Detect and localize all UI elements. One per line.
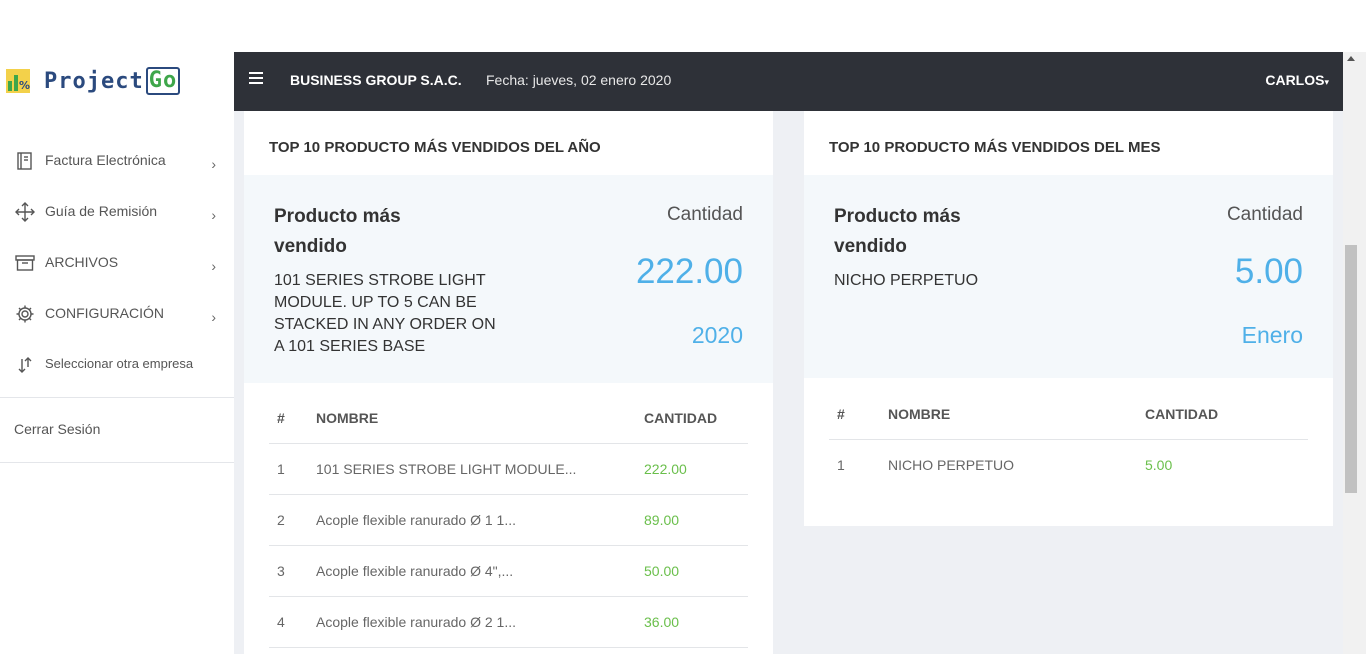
column-header: # [837, 406, 845, 422]
table-row[interactable]: 1 NICHO PERPETUO 5.00 [829, 440, 1308, 491]
sidebar-menu: Factura Electrónica › Guía de Remisión ›… [0, 138, 234, 393]
app-logo[interactable]: % Project Go [4, 65, 181, 97]
sidebar-item-factura[interactable]: Factura Electrónica › [0, 138, 234, 189]
table-row[interactable]: 3 Acople flexible ranurado Ø 4",... 50.0… [269, 546, 748, 597]
caret-down-icon: ▾ [1324, 77, 1329, 87]
user-name: CARLOS [1265, 72, 1325, 88]
sidebar-item-guia[interactable]: Guía de Remisión › [0, 189, 234, 240]
page-scrollbar[interactable] [1343, 52, 1366, 654]
table-row[interactable]: 2 Acople flexible ranurado Ø 1 1... 89.0… [269, 495, 748, 546]
current-date: Fecha: jueves, 02 enero 2020 [486, 72, 672, 88]
invoice-icon [14, 150, 36, 172]
summary-product-name: 101 SERIES STROBE LIGHT MODULE. UP TO 5 … [274, 272, 496, 355]
sidebar-item-archivos[interactable]: ARCHIVOS › [0, 240, 234, 291]
products-table: # NOMBRE CANTIDAD 1 101 SERIES STROBE LI… [269, 393, 748, 648]
sidebar-item-label: Seleccionar otra empresa [45, 356, 194, 371]
card-title: TOP 10 PRODUCTO MÁS VENDIDOS DEL AÑO [269, 139, 601, 156]
row-quantity: 50.00 [644, 563, 680, 579]
archive-box-icon [14, 252, 36, 274]
swap-arrows-icon [14, 354, 36, 376]
logo-main-text: Project [44, 68, 144, 94]
sidebar-divider [0, 462, 234, 463]
company-name: BUSINESS GROUP S.A.C. [290, 72, 462, 88]
sidebar-item-seleccionar-empresa[interactable]: Seleccionar otra empresa [0, 342, 234, 393]
column-header: NOMBRE [888, 406, 951, 422]
move-arrows-icon [14, 201, 36, 223]
scroll-up-arrow-icon[interactable] [1347, 56, 1355, 61]
best-seller-summary: Producto más vendido 101 SERIES STROBE L… [244, 175, 773, 383]
column-header: CANTIDAD [1145, 406, 1219, 422]
row-index: 2 [277, 512, 285, 528]
summary-quantity-label: Cantidad [1226, 204, 1303, 225]
row-name: Acople flexible ranurado Ø 4",... [316, 563, 514, 579]
main-content: TOP 10 PRODUCTO MÁS VENDIDOS DEL AÑO Pro… [234, 111, 1343, 654]
chevron-right-icon: › [211, 309, 216, 325]
chevron-right-icon: › [211, 156, 216, 172]
card-title: TOP 10 PRODUCTO MÁS VENDIDOS DEL MES [829, 139, 1161, 156]
row-quantity: 36.00 [644, 614, 680, 630]
sidebar-divider [0, 397, 234, 398]
summary-label: Producto más vendido [834, 206, 961, 257]
logo-accent-text: Go [145, 67, 181, 95]
table-row[interactable]: 1 101 SERIES STROBE LIGHT MODULE... 222.… [269, 444, 748, 495]
summary-period: 2020 [691, 322, 743, 348]
chevron-right-icon: › [211, 258, 216, 274]
svg-text:%: % [19, 79, 30, 92]
row-name: NICHO PERPETUO [888, 457, 1015, 473]
table-header: # NOMBRE CANTIDAD [829, 389, 1308, 440]
summary-period: Enero [1241, 322, 1303, 348]
row-index: 1 [837, 457, 845, 473]
row-index: 4 [277, 614, 285, 630]
summary-quantity-value: 222.00 [635, 252, 743, 291]
products-table: # NOMBRE CANTIDAD 1 NICHO PERPETUO 5.00 [829, 389, 1308, 491]
row-index: 3 [277, 563, 285, 579]
summary-label: Producto más vendido [274, 206, 401, 257]
sidebar-item-configuracion[interactable]: CONFIGURACIÓN › [0, 291, 234, 342]
sidebar: % Project Go Factura Electrónica › Guía … [0, 52, 234, 654]
table-header: # NOMBRE CANTIDAD [269, 393, 748, 444]
top-navbar: BUSINESS GROUP S.A.C. Fecha: jueves, 02 … [234, 52, 1343, 111]
sidebar-item-label: ARCHIVOS [45, 254, 119, 270]
sidebar-item-label: Guía de Remisión [45, 203, 158, 219]
column-header: # [277, 410, 285, 426]
best-seller-summary: Producto más vendido NICHO PERPETUO Cant… [804, 175, 1333, 378]
summary-quantity-label: Cantidad [666, 204, 743, 225]
row-index: 1 [277, 461, 285, 477]
row-name: Acople flexible ranurado Ø 2 1... [316, 614, 517, 630]
row-name: 101 SERIES STROBE LIGHT MODULE... [316, 461, 577, 477]
row-quantity: 89.00 [644, 512, 680, 528]
scrollbar-thumb[interactable] [1345, 245, 1357, 493]
row-name: Acople flexible ranurado Ø 1 1... [316, 512, 517, 528]
top-products-year-card: TOP 10 PRODUCTO MÁS VENDIDOS DEL AÑO Pro… [244, 111, 773, 654]
logout-link[interactable]: Cerrar Sesión [14, 421, 100, 437]
chevron-right-icon: › [211, 207, 216, 223]
gear-icon [14, 303, 36, 325]
hamburger-menu-icon[interactable] [249, 72, 263, 86]
logo-text: Project Go [44, 67, 181, 95]
table-row[interactable]: 4 Acople flexible ranurado Ø 2 1... 36.0… [269, 597, 748, 648]
row-quantity: 222.00 [644, 461, 687, 477]
logo-chart-icon: % [4, 67, 32, 95]
user-menu[interactable]: CARLOS▾ [1265, 72, 1329, 88]
sidebar-item-label: CONFIGURACIÓN [45, 305, 164, 321]
row-quantity: 5.00 [1145, 457, 1173, 473]
summary-product-name: NICHO PERPETUO [834, 272, 979, 289]
sidebar-item-label: Factura Electrónica [45, 152, 166, 168]
column-header: CANTIDAD [644, 410, 718, 426]
column-header: NOMBRE [316, 410, 379, 426]
summary-quantity-value: 5.00 [1234, 252, 1303, 291]
top-products-month-card: TOP 10 PRODUCTO MÁS VENDIDOS DEL MES Pro… [804, 111, 1333, 526]
